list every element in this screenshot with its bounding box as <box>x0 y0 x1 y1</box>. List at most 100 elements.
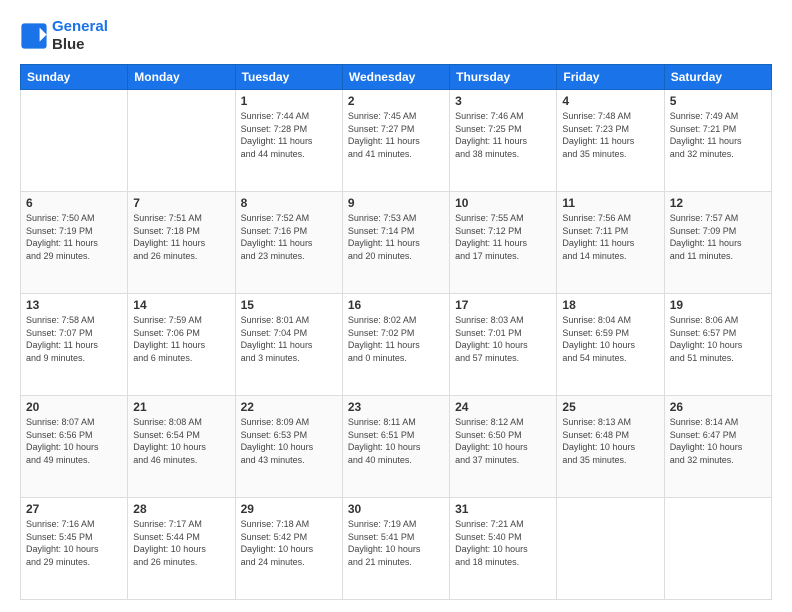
day-info: Sunrise: 7:58 AM Sunset: 7:07 PM Dayligh… <box>26 314 122 364</box>
calendar-cell: 17 Sunrise: 8:03 AM Sunset: 7:01 PM Dayli… <box>450 294 557 396</box>
day-number: 10 <box>455 196 551 210</box>
day-number: 23 <box>348 400 444 414</box>
day-number: 22 <box>241 400 337 414</box>
calendar-cell: 26 Sunrise: 8:14 AM Sunset: 6:47 PM Dayli… <box>664 396 771 498</box>
day-number: 6 <box>26 196 122 210</box>
day-info: Sunrise: 8:09 AM Sunset: 6:53 PM Dayligh… <box>241 416 337 466</box>
calendar-week-1: 1 Sunrise: 7:44 AM Sunset: 7:28 PM Daylig… <box>21 90 772 192</box>
calendar-cell <box>21 90 128 192</box>
calendar-cell: 12 Sunrise: 7:57 AM Sunset: 7:09 PM Dayli… <box>664 192 771 294</box>
weekday-header-saturday: Saturday <box>664 65 771 90</box>
day-number: 26 <box>670 400 766 414</box>
calendar-cell <box>557 498 664 600</box>
day-info: Sunrise: 8:02 AM Sunset: 7:02 PM Dayligh… <box>348 314 444 364</box>
calendar-header-row: SundayMondayTuesdayWednesdayThursdayFrid… <box>21 65 772 90</box>
day-number: 7 <box>133 196 229 210</box>
day-info: Sunrise: 8:14 AM Sunset: 6:47 PM Dayligh… <box>670 416 766 466</box>
calendar-cell: 16 Sunrise: 8:02 AM Sunset: 7:02 PM Dayli… <box>342 294 449 396</box>
calendar-cell <box>128 90 235 192</box>
calendar-cell: 9 Sunrise: 7:53 AM Sunset: 7:14 PM Daylig… <box>342 192 449 294</box>
calendar-cell: 10 Sunrise: 7:55 AM Sunset: 7:12 PM Dayli… <box>450 192 557 294</box>
calendar-cell: 2 Sunrise: 7:45 AM Sunset: 7:27 PM Daylig… <box>342 90 449 192</box>
day-info: Sunrise: 7:51 AM Sunset: 7:18 PM Dayligh… <box>133 212 229 262</box>
weekday-header-monday: Monday <box>128 65 235 90</box>
day-number: 9 <box>348 196 444 210</box>
calendar-cell: 14 Sunrise: 7:59 AM Sunset: 7:06 PM Dayli… <box>128 294 235 396</box>
day-number: 3 <box>455 94 551 108</box>
day-number: 13 <box>26 298 122 312</box>
calendar-cell: 31Sunrise: 7:21 AM Sunset: 5:40 PM Dayli… <box>450 498 557 600</box>
day-info: Sunrise: 7:50 AM Sunset: 7:19 PM Dayligh… <box>26 212 122 262</box>
day-number: 11 <box>562 196 658 210</box>
calendar-cell: 18 Sunrise: 8:04 AM Sunset: 6:59 PM Dayli… <box>557 294 664 396</box>
day-info: Sunrise: 7:44 AM Sunset: 7:28 PM Dayligh… <box>241 110 337 160</box>
calendar-cell: 8Sunrise: 7:52 AM Sunset: 7:16 PM Daylig… <box>235 192 342 294</box>
day-info: Sunrise: 7:56 AM Sunset: 7:11 PM Dayligh… <box>562 212 658 262</box>
day-info: Sunrise: 8:07 AM Sunset: 6:56 PM Dayligh… <box>26 416 122 466</box>
calendar-cell: 11 Sunrise: 7:56 AM Sunset: 7:11 PM Dayli… <box>557 192 664 294</box>
day-number: 20 <box>26 400 122 414</box>
page: General Blue SundayMondayTuesdayWednesda… <box>0 0 792 612</box>
day-number: 2 <box>348 94 444 108</box>
day-info: Sunrise: 7:19 AM Sunset: 5:41 PM Dayligh… <box>348 518 444 568</box>
calendar-table: SundayMondayTuesdayWednesdayThursdayFrid… <box>20 64 772 600</box>
header: General Blue <box>20 18 772 54</box>
day-info: Sunrise: 7:55 AM Sunset: 7:12 PM Dayligh… <box>455 212 551 262</box>
calendar-cell: 28 Sunrise: 7:17 AM Sunset: 5:44 PM Dayli… <box>128 498 235 600</box>
calendar-cell: 30 Sunrise: 7:19 AM Sunset: 5:41 PM Dayli… <box>342 498 449 600</box>
calendar-cell: 6 Sunrise: 7:50 AM Sunset: 7:19 PM Daylig… <box>21 192 128 294</box>
day-info: Sunrise: 7:16 AM Sunset: 5:45 PM Dayligh… <box>26 518 122 568</box>
calendar-cell: 5Sunrise: 7:49 AM Sunset: 7:21 PM Daylig… <box>664 90 771 192</box>
calendar-cell: 24 Sunrise: 8:12 AM Sunset: 6:50 PM Dayli… <box>450 396 557 498</box>
calendar-cell: 13 Sunrise: 7:58 AM Sunset: 7:07 PM Dayli… <box>21 294 128 396</box>
day-info: Sunrise: 7:21 AM Sunset: 5:40 PM Dayligh… <box>455 518 551 568</box>
day-info: Sunrise: 7:59 AM Sunset: 7:06 PM Dayligh… <box>133 314 229 364</box>
calendar-cell: 27 Sunrise: 7:16 AM Sunset: 5:45 PM Dayli… <box>21 498 128 600</box>
day-number: 17 <box>455 298 551 312</box>
calendar-week-5: 27 Sunrise: 7:16 AM Sunset: 5:45 PM Dayli… <box>21 498 772 600</box>
day-number: 28 <box>133 502 229 516</box>
day-number: 14 <box>133 298 229 312</box>
day-info: Sunrise: 8:04 AM Sunset: 6:59 PM Dayligh… <box>562 314 658 364</box>
weekday-header-wednesday: Wednesday <box>342 65 449 90</box>
weekday-header-friday: Friday <box>557 65 664 90</box>
day-number: 12 <box>670 196 766 210</box>
day-info: Sunrise: 7:53 AM Sunset: 7:14 PM Dayligh… <box>348 212 444 262</box>
day-info: Sunrise: 8:06 AM Sunset: 6:57 PM Dayligh… <box>670 314 766 364</box>
calendar-cell: 19Sunrise: 8:06 AM Sunset: 6:57 PM Dayli… <box>664 294 771 396</box>
day-number: 1 <box>241 94 337 108</box>
day-info: Sunrise: 7:57 AM Sunset: 7:09 PM Dayligh… <box>670 212 766 262</box>
calendar-cell <box>664 498 771 600</box>
day-number: 27 <box>26 502 122 516</box>
calendar-cell: 1 Sunrise: 7:44 AM Sunset: 7:28 PM Daylig… <box>235 90 342 192</box>
weekday-header-sunday: Sunday <box>21 65 128 90</box>
calendar-cell: 25 Sunrise: 8:13 AM Sunset: 6:48 PM Dayli… <box>557 396 664 498</box>
day-info: Sunrise: 8:08 AM Sunset: 6:54 PM Dayligh… <box>133 416 229 466</box>
day-info: Sunrise: 7:48 AM Sunset: 7:23 PM Dayligh… <box>562 110 658 160</box>
weekday-header-thursday: Thursday <box>450 65 557 90</box>
calendar-cell: 20 Sunrise: 8:07 AM Sunset: 6:56 PM Dayli… <box>21 396 128 498</box>
day-number: 21 <box>133 400 229 414</box>
logo: General Blue <box>20 18 108 54</box>
day-number: 25 <box>562 400 658 414</box>
day-info: Sunrise: 8:13 AM Sunset: 6:48 PM Dayligh… <box>562 416 658 466</box>
calendar-cell: 22 Sunrise: 8:09 AM Sunset: 6:53 PM Dayli… <box>235 396 342 498</box>
day-info: Sunrise: 8:12 AM Sunset: 6:50 PM Dayligh… <box>455 416 551 466</box>
calendar-week-3: 13 Sunrise: 7:58 AM Sunset: 7:07 PM Dayli… <box>21 294 772 396</box>
day-number: 24 <box>455 400 551 414</box>
day-info: Sunrise: 8:11 AM Sunset: 6:51 PM Dayligh… <box>348 416 444 466</box>
day-number: 18 <box>562 298 658 312</box>
day-info: Sunrise: 8:03 AM Sunset: 7:01 PM Dayligh… <box>455 314 551 364</box>
day-info: Sunrise: 7:45 AM Sunset: 7:27 PM Dayligh… <box>348 110 444 160</box>
calendar-cell: 29Sunrise: 7:18 AM Sunset: 5:42 PM Dayli… <box>235 498 342 600</box>
day-info: Sunrise: 7:49 AM Sunset: 7:21 PM Dayligh… <box>670 110 766 160</box>
day-info: Sunrise: 7:17 AM Sunset: 5:44 PM Dayligh… <box>133 518 229 568</box>
day-number: 30 <box>348 502 444 516</box>
calendar-cell: 23 Sunrise: 8:11 AM Sunset: 6:51 PM Dayli… <box>342 396 449 498</box>
day-number: 8 <box>241 196 337 210</box>
day-number: 16 <box>348 298 444 312</box>
day-info: Sunrise: 8:01 AM Sunset: 7:04 PM Dayligh… <box>241 314 337 364</box>
day-info: Sunrise: 7:46 AM Sunset: 7:25 PM Dayligh… <box>455 110 551 160</box>
calendar-cell: 7 Sunrise: 7:51 AM Sunset: 7:18 PM Daylig… <box>128 192 235 294</box>
day-number: 4 <box>562 94 658 108</box>
